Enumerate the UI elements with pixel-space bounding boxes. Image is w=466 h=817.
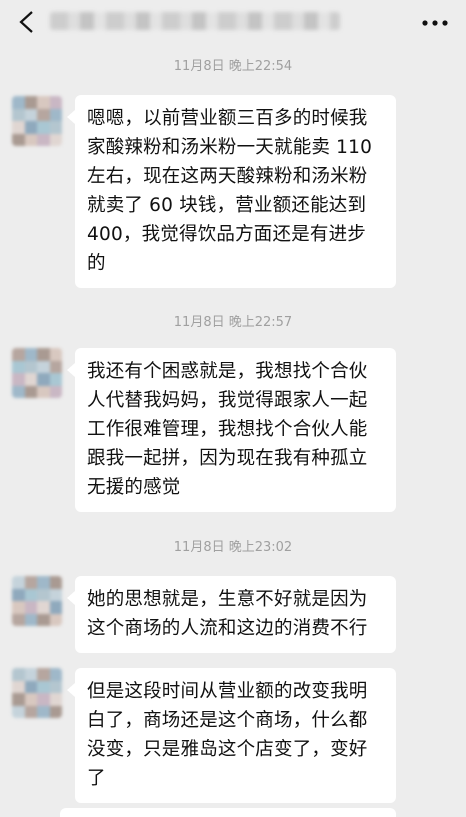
- avatar[interactable]: [12, 576, 62, 626]
- message-line: 工作很难管理，我想找个合伙人能: [87, 419, 368, 440]
- message-line: 没变，只是雅岛这个店变了，变好: [87, 739, 368, 760]
- avatar-pixel: [24, 588, 37, 601]
- avatar[interactable]: [12, 348, 62, 398]
- avatar-pixel: [49, 668, 62, 681]
- avatar-pixel: [37, 108, 50, 121]
- message-line: 这个商场的人流和这边的消费不行: [87, 618, 368, 639]
- avatar-pixel: [12, 385, 25, 398]
- message-line: 无援的感觉: [87, 477, 181, 498]
- message-line: 跟我一起拼，因为现在我有种孤立: [87, 448, 368, 469]
- avatar-pixel: [24, 613, 37, 626]
- message-bubble[interactable]: 我还有个困惑就是，我想找个合伙 人代替我妈妈，我觉得跟家人一起 工作很难管理，我…: [67, 348, 396, 512]
- message-line: 白了，商场还是这个商场，什么都: [87, 710, 368, 731]
- message-bubble[interactable]: 嗯嗯，以前营业额三百多的时候我 家酸辣粉和汤米粉一天就能卖 110 左右，现在这…: [67, 95, 396, 288]
- avatar-pixel: [37, 348, 50, 361]
- avatar-pixel: [12, 133, 25, 146]
- avatar-pixel: [49, 121, 62, 134]
- avatar-pixel: [12, 705, 25, 718]
- message-line: 家酸辣粉和汤米粉一天就能卖 110: [87, 137, 373, 158]
- avatar-pixel: [24, 680, 37, 693]
- avatar-pixel: [37, 588, 50, 601]
- message-line: 我还有个困惑就是，我想找个合伙: [87, 361, 368, 382]
- avatar-pixel: [12, 693, 25, 706]
- chat-header: [0, 0, 466, 44]
- chevron-left-icon[interactable]: [18, 11, 36, 33]
- avatar-pixel: [24, 96, 37, 109]
- avatar-pixel: [12, 373, 25, 386]
- avatar-pixel: [24, 668, 37, 681]
- avatar-pixel: [49, 373, 62, 386]
- avatar-pixel: [12, 108, 25, 121]
- avatar-pixel: [12, 588, 25, 601]
- message-bubble[interactable]: 她的思想就是，生意不好就是因为 这个商场的人流和这边的消费不行: [67, 576, 396, 653]
- avatar-pixel: [37, 613, 50, 626]
- avatar-pixel: [12, 348, 25, 361]
- message-line: 的: [87, 253, 106, 274]
- avatar-pixel: [24, 693, 37, 706]
- avatar-pixel: [37, 576, 50, 589]
- avatar-pixel: [12, 680, 25, 693]
- avatar-pixel: [12, 360, 25, 373]
- avatar-pixel: [37, 133, 50, 146]
- avatar-pixel: [37, 693, 50, 706]
- next-message-bubble-edge: [60, 808, 396, 817]
- avatar-pixel: [37, 385, 50, 398]
- avatar-pixel: [37, 668, 50, 681]
- avatar-pixel: [37, 121, 50, 134]
- avatar[interactable]: [12, 668, 62, 718]
- avatar-pixel: [37, 96, 50, 109]
- avatar-pixel: [12, 601, 25, 614]
- avatar-pixel: [24, 705, 37, 718]
- message-line: 400，我觉得饮品方面还是有进步: [87, 224, 367, 245]
- avatar-pixel: [37, 705, 50, 718]
- avatar-pixel: [24, 576, 37, 589]
- avatar-pixel: [24, 348, 37, 361]
- avatar-pixel: [49, 348, 62, 361]
- message-timestamp: 11月8日 晚上22:57: [173, 315, 293, 330]
- message-line: 就卖了 60 块钱，营业额还能达到: [87, 195, 367, 216]
- avatar-pixel: [24, 601, 37, 614]
- avatar-pixel: [49, 705, 62, 718]
- avatar-pixel: [24, 133, 37, 146]
- avatar-pixel: [49, 360, 62, 373]
- message-line: 人代替我妈妈，我觉得跟家人一起: [87, 390, 368, 411]
- avatar-pixel: [49, 576, 62, 589]
- avatar-pixel: [12, 121, 25, 134]
- avatar-pixel: [24, 360, 37, 373]
- message-line: 但是这段时间从营业额的改变我明: [87, 681, 368, 702]
- message-line: 她的思想就是，生意不好就是因为: [87, 589, 368, 610]
- avatar-pixel: [49, 133, 62, 146]
- avatar-pixel: [24, 385, 37, 398]
- chat-title: [50, 12, 340, 30]
- avatar-pixel: [49, 96, 62, 109]
- message-timestamp: 11月8日 晚上22:54: [173, 59, 293, 74]
- avatar-pixel: [49, 680, 62, 693]
- message-timestamp: 11月8日 晚上23:02: [173, 540, 293, 555]
- avatar-pixel: [49, 613, 62, 626]
- avatar-pixel: [12, 668, 25, 681]
- message-line: 嗯嗯，以前营业额三百多的时候我: [87, 108, 368, 129]
- avatar-pixel: [49, 385, 62, 398]
- avatar-pixel: [12, 613, 25, 626]
- message-line: 左右，现在这两天酸辣粉和汤米粉: [87, 166, 368, 187]
- avatar-pixel: [24, 121, 37, 134]
- avatar-pixel: [24, 108, 37, 121]
- avatar-pixel: [49, 108, 62, 121]
- avatar-pixel: [49, 588, 62, 601]
- avatar-pixel: [12, 96, 25, 109]
- avatar-pixel: [49, 601, 62, 614]
- avatar[interactable]: [12, 96, 62, 146]
- more-dots-icon[interactable]: [422, 20, 448, 26]
- avatar-pixel: [37, 680, 50, 693]
- avatar-pixel: [12, 576, 25, 589]
- avatar-pixel: [37, 601, 50, 614]
- avatar-pixel: [49, 693, 62, 706]
- avatar-pixel: [37, 373, 50, 386]
- message-line: 了: [87, 768, 106, 789]
- message-bubble[interactable]: 但是这段时间从营业额的改变我明 白了，商场还是这个商场，什么都 没变，只是雅岛这…: [67, 668, 396, 803]
- avatar-pixel: [37, 360, 50, 373]
- avatar-pixel: [24, 373, 37, 386]
